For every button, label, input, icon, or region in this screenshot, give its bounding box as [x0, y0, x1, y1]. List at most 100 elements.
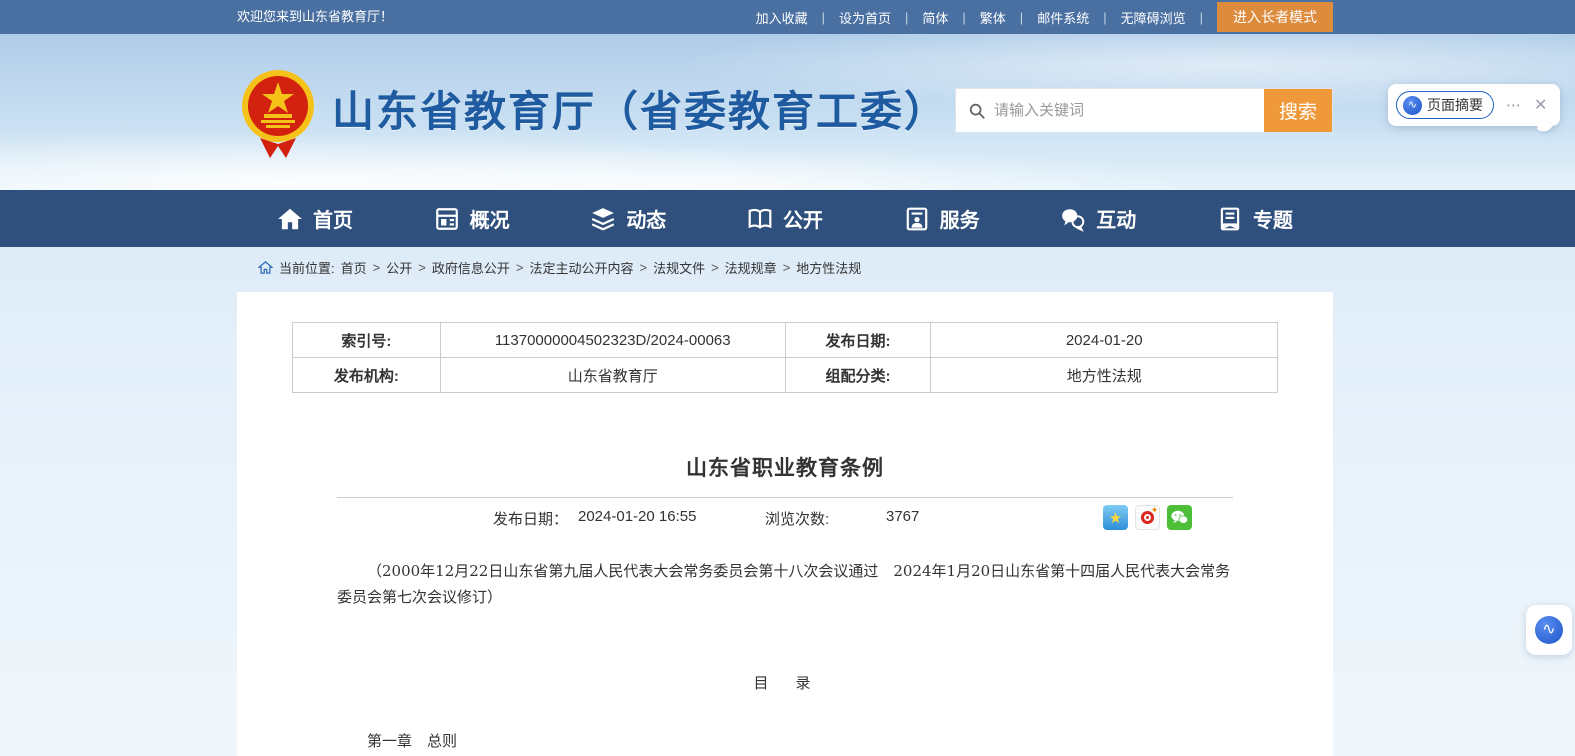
separator: |	[962, 10, 965, 25]
accessibility-link[interactable]: 无障碍浏览	[1121, 8, 1186, 27]
crumb-gov-info[interactable]: 政府信息公开	[432, 258, 510, 277]
separator: |	[1020, 10, 1023, 25]
nav-label: 专题	[1253, 204, 1293, 233]
elder-mode-button[interactable]: 进入长者模式	[1217, 2, 1333, 32]
view-count-label: 浏览次数:	[765, 508, 829, 529]
index-number-label: 索引号:	[293, 323, 441, 358]
crumb-local-regulations[interactable]: 地方性法规	[796, 258, 861, 277]
ai-assistant-floating-button[interactable]	[1526, 605, 1572, 655]
article-body: （2000年12月22日山东省第九届人民代表大会常务委员会第十八次会议通过 20…	[337, 558, 1233, 754]
search-input-zone	[956, 89, 1264, 132]
article-intro: （2000年12月22日山东省第九届人民代表大会常务委员会第十八次会议通过 20…	[337, 558, 1233, 610]
nav-item-interaction[interactable]: 互动	[1060, 204, 1136, 233]
separator: >	[639, 260, 647, 275]
more-options-icon[interactable]: ⋯	[1506, 96, 1522, 114]
share-buttons: ★ ✦	[1103, 505, 1192, 530]
page-summary-label: 页面摘要	[1427, 95, 1483, 115]
share-weibo-icon[interactable]: ✦	[1135, 505, 1160, 530]
site-title: 山东省教育厅（省委教育工委）	[332, 78, 948, 139]
main-nav: 首页 概况 动态	[0, 190, 1575, 247]
view-count-value: 3767	[886, 508, 919, 525]
breadcrumb-home-icon	[258, 260, 273, 275]
separator: >	[373, 260, 381, 275]
category-value: 地方性法规	[931, 358, 1278, 393]
nav-item-topics[interactable]: 专题	[1217, 204, 1293, 233]
index-number-value: 11370000004502323D/2024-00063	[440, 323, 785, 358]
simplified-chinese-link[interactable]: 简体	[922, 8, 948, 27]
chapter-1-heading: 第一章 总则	[337, 728, 1233, 754]
publisher-value: 山东省教育厅	[440, 358, 785, 393]
close-icon[interactable]: ✕	[1534, 95, 1547, 115]
content-panel: 索引号: 11370000004502323D/2024-00063 发布日期:…	[237, 292, 1333, 756]
document-meta: 发布日期： 2024-01-20 16:55 浏览次数: 3767 ★ ✦	[237, 508, 1333, 534]
service-icon	[904, 206, 930, 232]
breadcrumb-prefix: 当前位置:	[279, 258, 335, 277]
publish-date-label: 发布日期:	[785, 323, 931, 358]
topics-icon	[1217, 206, 1243, 232]
dynamics-icon	[590, 206, 616, 232]
nav-label: 动态	[626, 204, 666, 233]
toc-heading: 目 录	[337, 670, 1233, 696]
home-icon	[277, 206, 303, 232]
publish-date-value: 2024-01-20	[931, 323, 1278, 358]
separator: |	[822, 10, 825, 25]
ai-assistant-icon	[1403, 96, 1422, 115]
traditional-chinese-link[interactable]: 繁体	[980, 8, 1006, 27]
search-button[interactable]: 搜索	[1264, 89, 1332, 132]
nav-item-dynamics[interactable]: 动态	[590, 204, 666, 233]
separator: >	[516, 260, 524, 275]
document-info-table: 索引号: 11370000004502323D/2024-00063 发布日期:…	[292, 322, 1278, 393]
breadcrumb: 当前位置: 首页 > 公开 > 政府信息公开 > 法定主动公开内容 > 法规文件…	[258, 258, 861, 277]
wechat-bubbles	[1171, 510, 1188, 525]
separator: |	[1200, 10, 1203, 25]
page: 欢迎您来到山东省教育厅！ 加入收藏 | 设为首页 | 简体 | 繁体 | 邮件系…	[0, 0, 1575, 756]
publish-datetime-value: 2024-01-20 16:55	[578, 508, 696, 525]
chat-bubbles-icon	[1060, 206, 1086, 232]
separator: >	[783, 260, 791, 275]
document-title: 山东省职业教育条例	[237, 452, 1333, 482]
set-homepage-link[interactable]: 设为首页	[839, 8, 891, 27]
weibo-spark: ✦	[1151, 505, 1159, 516]
table-row: 发布机构: 山东省教育厅 组配分类: 地方性法规	[293, 358, 1278, 393]
nav-item-home[interactable]: 首页	[277, 204, 353, 233]
separator: >	[418, 260, 426, 275]
ai-assistant-icon	[1535, 616, 1563, 644]
crumb-statutory-content[interactable]: 法定主动公开内容	[529, 258, 633, 277]
publisher-label: 发布机构:	[293, 358, 441, 393]
nav-label: 概况	[470, 204, 510, 233]
crumb-regulation-files[interactable]: 法规文件	[653, 258, 705, 277]
search-icon	[968, 102, 986, 120]
nav-label: 公开	[783, 204, 823, 233]
nav-item-overview[interactable]: 概况	[434, 204, 510, 233]
nav-label: 服务	[940, 204, 980, 233]
nav-label: 首页	[313, 204, 353, 233]
divider	[337, 497, 1233, 498]
mail-system-link[interactable]: 邮件系统	[1037, 8, 1089, 27]
welcome-text: 欢迎您来到山东省教育厅！	[237, 0, 393, 34]
search-input[interactable]	[994, 102, 1234, 119]
table-row: 索引号: 11370000004502323D/2024-00063 发布日期:…	[293, 323, 1278, 358]
separator: |	[905, 10, 908, 25]
category-label: 组配分类:	[785, 358, 931, 393]
add-favorite-link[interactable]: 加入收藏	[756, 8, 808, 27]
open-book-icon	[747, 206, 773, 232]
site-header: 山东省教育厅（省委教育工委） 搜索 页面摘要 ⋯ ✕	[0, 34, 1575, 190]
search-bar: 搜索	[955, 88, 1333, 133]
nav-item-services[interactable]: 服务	[904, 204, 980, 233]
nav-label: 互动	[1096, 204, 1136, 233]
crumb-disclosure[interactable]: 公开	[386, 258, 412, 277]
separator: |	[1103, 10, 1106, 25]
overview-icon	[434, 206, 460, 232]
share-qzone-icon[interactable]: ★	[1103, 505, 1128, 530]
star-glyph: ★	[1109, 509, 1122, 527]
page-summary-button[interactable]: 页面摘要	[1396, 91, 1494, 119]
crumb-home[interactable]: 首页	[341, 258, 367, 277]
crumb-regulations[interactable]: 法规规章	[725, 258, 777, 277]
nav-item-disclosure[interactable]: 公开	[747, 204, 823, 233]
national-emblem-logo	[240, 66, 316, 158]
topbar-links: 加入收藏 | 设为首页 | 简体 | 繁体 | 邮件系统 | 无障碍浏览 | 进…	[756, 0, 1333, 34]
separator: >	[711, 260, 719, 275]
top-bar: 欢迎您来到山东省教育厅！ 加入收藏 | 设为首页 | 简体 | 繁体 | 邮件系…	[0, 0, 1575, 34]
publish-datetime-label: 发布日期：	[493, 508, 568, 529]
share-wechat-icon[interactable]	[1167, 505, 1192, 530]
